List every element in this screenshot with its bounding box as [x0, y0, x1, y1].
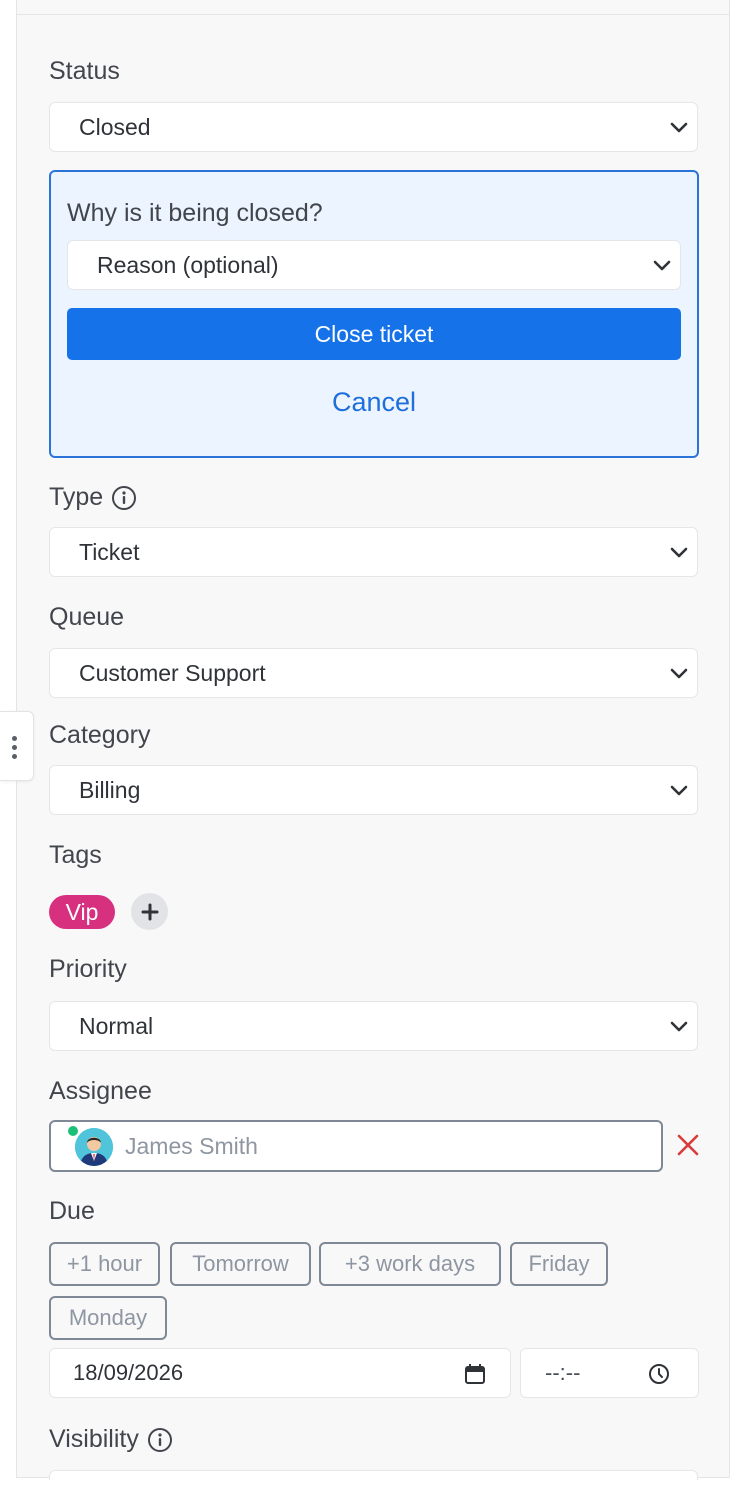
close-reason-question: Why is it being closed? — [67, 199, 323, 227]
reason-placeholder: Reason (optional) — [97, 251, 279, 278]
clock-icon[interactable] — [648, 1363, 670, 1385]
queue-label: Queue — [49, 603, 125, 631]
info-icon[interactable] — [111, 485, 137, 511]
chevron-down-icon — [670, 547, 688, 558]
divider — [17, 14, 729, 15]
status-select[interactable]: Closed — [49, 102, 698, 152]
due-option-monday[interactable]: Monday — [49, 1296, 167, 1340]
type-value: Ticket — [79, 538, 140, 565]
plus-icon — [141, 903, 158, 920]
person-avatar-icon — [75, 1128, 113, 1166]
close-reason-panel: Why is it being closed? Reason (optional… — [49, 170, 699, 458]
due-date-input[interactable]: 18/09/2026 — [49, 1348, 511, 1398]
status-value: Closed — [79, 113, 151, 140]
due-option-friday[interactable]: Friday — [510, 1242, 608, 1286]
due-time-input[interactable]: --:-- — [520, 1348, 699, 1398]
priority-value: Normal — [79, 1012, 154, 1039]
status-label: Status — [49, 57, 120, 85]
close-ticket-button[interactable]: Close ticket — [67, 308, 681, 360]
avatar — [75, 1128, 113, 1166]
online-status-dot — [68, 1126, 78, 1136]
visibility-label-row: Visibility — [49, 1424, 173, 1454]
info-icon[interactable] — [147, 1427, 173, 1453]
priority-select[interactable]: Normal — [49, 1001, 698, 1051]
tag-vip[interactable]: Vip — [49, 895, 115, 929]
type-label: Type — [49, 483, 104, 511]
category-select[interactable]: Billing — [49, 765, 698, 815]
add-tag-button[interactable] — [131, 893, 168, 930]
close-icon[interactable] — [675, 1132, 701, 1158]
due-option-1-hour[interactable]: +1 hour — [49, 1242, 160, 1286]
chevron-down-icon — [670, 122, 688, 133]
type-label-row: Type — [49, 482, 137, 512]
due-date-value: 18/09/2026 — [73, 1360, 184, 1385]
due-label: Due — [49, 1197, 95, 1225]
assignee-field[interactable]: James Smith — [49, 1120, 663, 1172]
chevron-down-icon — [670, 785, 688, 796]
assignee-name: James Smith — [125, 1132, 258, 1159]
calendar-icon[interactable] — [464, 1363, 486, 1385]
visibility-select[interactable] — [49, 1470, 698, 1480]
category-label: Category — [49, 721, 151, 749]
chevron-down-icon — [670, 668, 688, 679]
visibility-label: Visibility — [49, 1425, 139, 1453]
priority-label: Priority — [49, 955, 127, 983]
due-option-3-work-days[interactable]: +3 work days — [319, 1242, 501, 1286]
due-option-tomorrow[interactable]: Tomorrow — [170, 1242, 311, 1286]
chevron-down-icon — [653, 260, 671, 271]
type-select[interactable]: Ticket — [49, 527, 698, 577]
reason-select[interactable]: Reason (optional) — [67, 240, 681, 290]
ticket-properties-panel: Status Closed Why is it being closed? Re… — [16, 0, 730, 1480]
due-time-value: --:-- — [545, 1360, 581, 1385]
chevron-down-icon — [670, 1021, 688, 1032]
assignee-label: Assignee — [49, 1077, 152, 1105]
category-value: Billing — [79, 776, 141, 803]
panel-drag-handle[interactable] — [0, 711, 34, 781]
queue-select[interactable]: Customer Support — [49, 648, 698, 698]
queue-value: Customer Support — [79, 659, 266, 686]
tags-label: Tags — [49, 841, 102, 869]
cancel-button[interactable]: Cancel — [67, 378, 681, 426]
